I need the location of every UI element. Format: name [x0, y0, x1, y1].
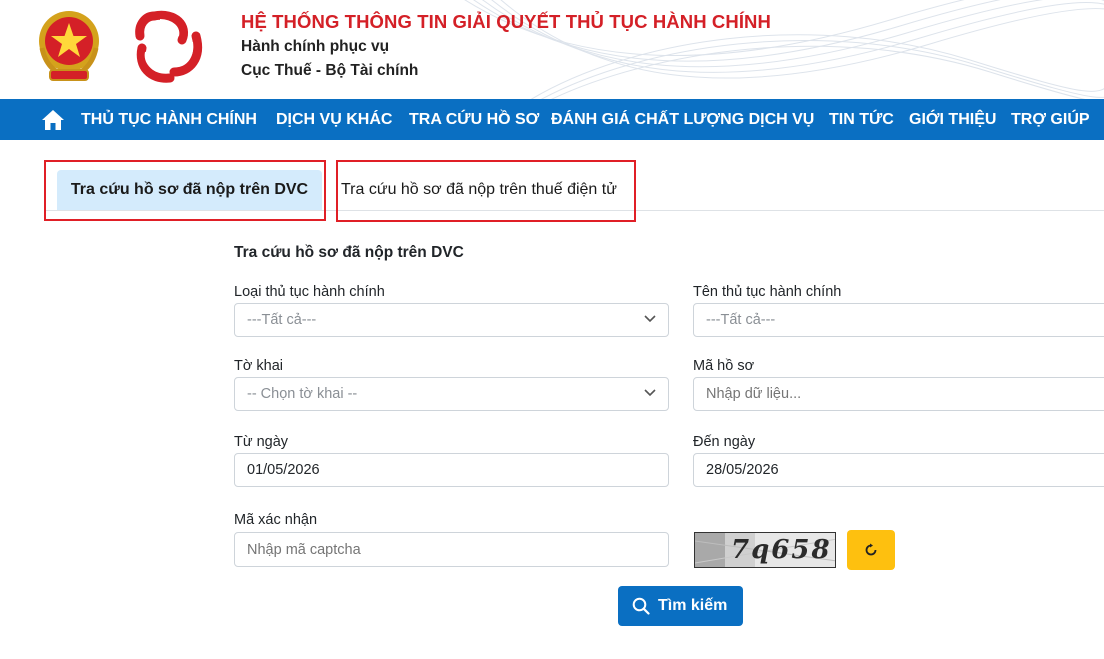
system-subtitle: Hành chính phục vụ: [241, 38, 390, 55]
form-title: Tra cứu hồ sơ đã nộp trên DVC: [234, 244, 464, 261]
procedure-name-value: ---Tất cả---: [706, 312, 776, 328]
search-button[interactable]: Tìm kiếm: [618, 586, 743, 626]
main-navigation: THỦ TỤC HÀNH CHÍNH DỊCH VỤ KHÁC TRA CỨU …: [0, 99, 1104, 140]
chevron-down-icon: [644, 389, 656, 397]
refresh-captcha-button[interactable]: [847, 530, 895, 570]
nav-item-other-services[interactable]: DỊCH VỤ KHÁC: [276, 99, 392, 140]
captcha-input[interactable]: [234, 532, 669, 567]
from-date-label: Từ ngày: [234, 434, 289, 450]
nav-item-procedures[interactable]: THỦ TỤC HÀNH CHÍNH: [81, 99, 257, 140]
procedure-type-select[interactable]: ---Tất cả---: [234, 303, 669, 337]
search-icon: [632, 597, 650, 615]
nav-item-lookup[interactable]: TRA CỨU HỒ SƠ: [409, 99, 539, 140]
procedure-name-select[interactable]: ---Tất cả---: [693, 303, 1104, 337]
tab-etax-lookup[interactable]: Tra cứu hồ sơ đã nộp trên thuế điện tử: [341, 170, 631, 210]
procedure-type-value: ---Tất cả---: [247, 312, 317, 328]
nav-item-service-rating[interactable]: ĐÁNH GIÁ CHẤT LƯỢNG DỊCH VỤ: [551, 99, 814, 140]
public-service-logo-icon: [135, 10, 202, 83]
chevron-down-icon: [644, 315, 656, 323]
declaration-select[interactable]: -- Chọn tờ khai --: [234, 377, 669, 411]
system-title: HỆ THỐNG THÔNG TIN GIẢI QUYẾT THỦ TỤC HÀ…: [241, 11, 771, 32]
tabs-divider: [45, 210, 1104, 211]
to-date-input[interactable]: 28/05/2026: [693, 453, 1104, 487]
declaration-value: -- Chọn tờ khai --: [247, 386, 358, 402]
nav-item-news[interactable]: TIN TỨC: [829, 99, 894, 140]
search-button-label: Tìm kiếm: [658, 597, 728, 614]
to-date-label: Đến ngày: [693, 434, 756, 450]
declaration-label: Tờ khai: [234, 358, 283, 374]
refresh-icon: [865, 543, 877, 556]
from-date-input[interactable]: 01/05/2026: [234, 453, 669, 487]
file-code-input[interactable]: [693, 377, 1104, 411]
nav-item-about[interactable]: GIỚI THIỆU: [909, 99, 996, 140]
captcha-label: Mã xác nhận: [234, 512, 318, 528]
national-emblem-icon: [39, 11, 99, 81]
file-code-label: Mã hồ sơ: [693, 358, 755, 374]
from-date-value: 01/05/2026: [247, 462, 320, 478]
to-date-value: 28/05/2026: [706, 462, 779, 478]
captcha-text: 7q658: [731, 535, 832, 565]
tab-dvc-lookup[interactable]: Tra cứu hồ sơ đã nộp trên DVC: [57, 170, 322, 210]
agency-name: Cục Thuế - Bộ Tài chính: [241, 62, 419, 79]
captcha-image: 7q658: [694, 532, 836, 568]
home-icon[interactable]: [41, 109, 65, 131]
site-header: HỆ THỐNG THÔNG TIN GIẢI QUYẾT THỦ TỤC HÀ…: [0, 0, 1104, 99]
nav-item-help[interactable]: TRỢ GIÚP: [1011, 99, 1090, 140]
procedure-type-label: Loại thủ tục hành chính: [234, 284, 385, 300]
procedure-name-label: Tên thủ tục hành chính: [693, 284, 842, 300]
